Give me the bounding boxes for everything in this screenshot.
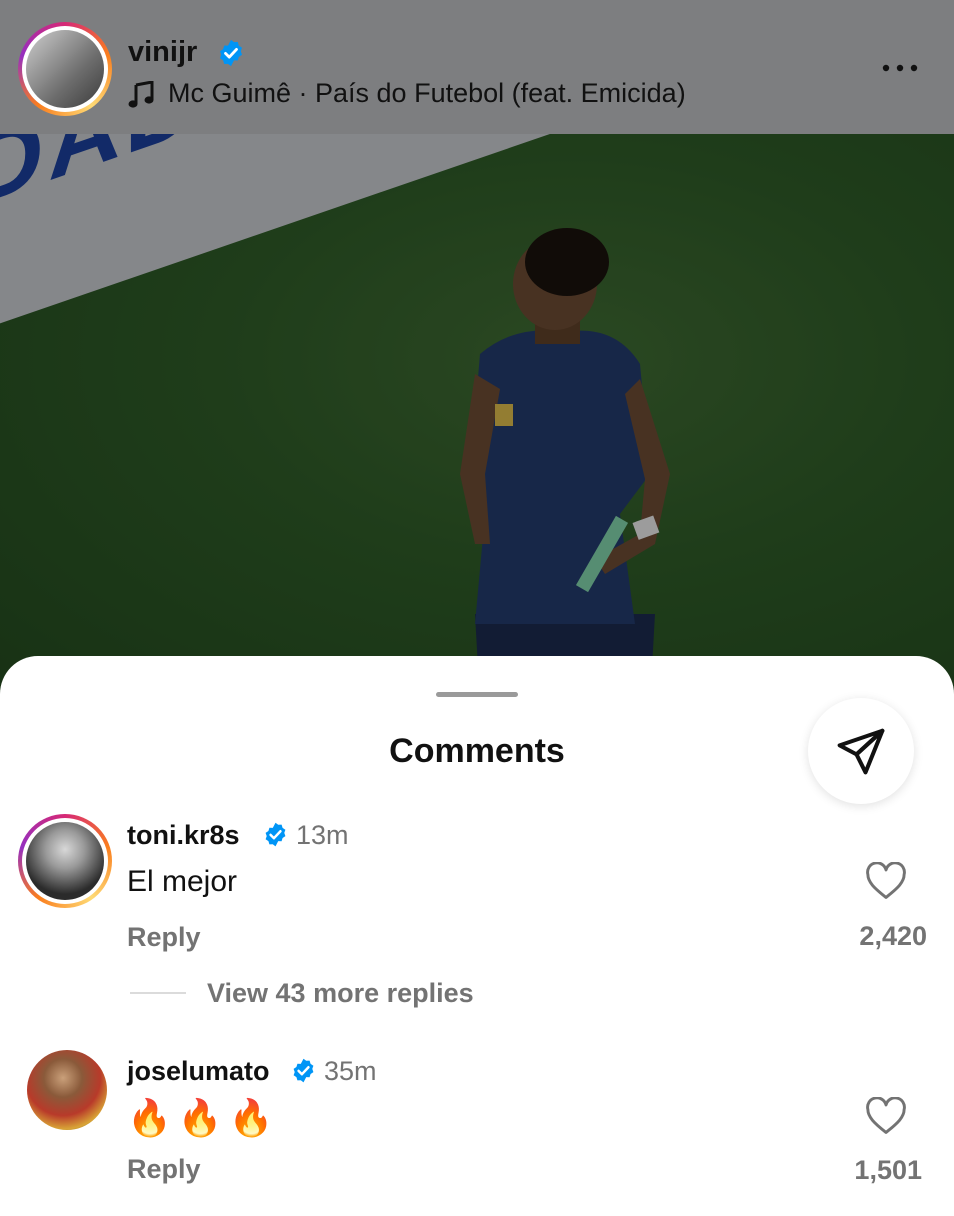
post-header: vinijr Mc Guimê · País do Futebol (feat.… (0, 0, 954, 134)
send-icon (837, 728, 885, 775)
verified-badge-icon (293, 1058, 314, 1083)
heart-icon[interactable] (865, 1097, 907, 1135)
commenter-username[interactable]: joselumato (127, 1056, 270, 1087)
comment-timestamp: 35m (324, 1056, 377, 1086)
comment-text: El mejor (127, 865, 238, 898)
post-author-avatar[interactable] (18, 22, 112, 116)
post-photo[interactable]: IDAD (0, 134, 954, 694)
comment-timestamp: 13m (296, 820, 349, 850)
music-note-icon (128, 81, 154, 108)
replies-divider (130, 992, 186, 994)
view-more-replies-button[interactable]: View 43 more replies (207, 978, 474, 1009)
like-count: 1,501 (854, 1155, 922, 1185)
post-username[interactable]: vinijr (128, 36, 197, 69)
post-music-label[interactable]: Mc Guimê · País do Futebol (feat. Emicid… (168, 78, 686, 109)
verified-badge-icon (265, 822, 286, 847)
commenter-avatar[interactable] (27, 1050, 107, 1130)
comment-text: 🔥🔥🔥 (127, 1097, 280, 1138)
sheet-drag-handle[interactable] (436, 692, 518, 697)
more-options-icon[interactable] (880, 56, 920, 80)
commenter-avatar[interactable] (18, 814, 112, 908)
heart-icon[interactable] (865, 862, 907, 900)
commenter-username[interactable]: toni.kr8s (127, 820, 240, 851)
share-button[interactable] (808, 698, 914, 804)
reply-button[interactable]: Reply (127, 1154, 201, 1185)
photo-dim-overlay (0, 134, 954, 694)
verified-badge-icon (220, 39, 242, 67)
like-count: 2,420 (859, 921, 927, 951)
reply-button[interactable]: Reply (127, 922, 201, 953)
